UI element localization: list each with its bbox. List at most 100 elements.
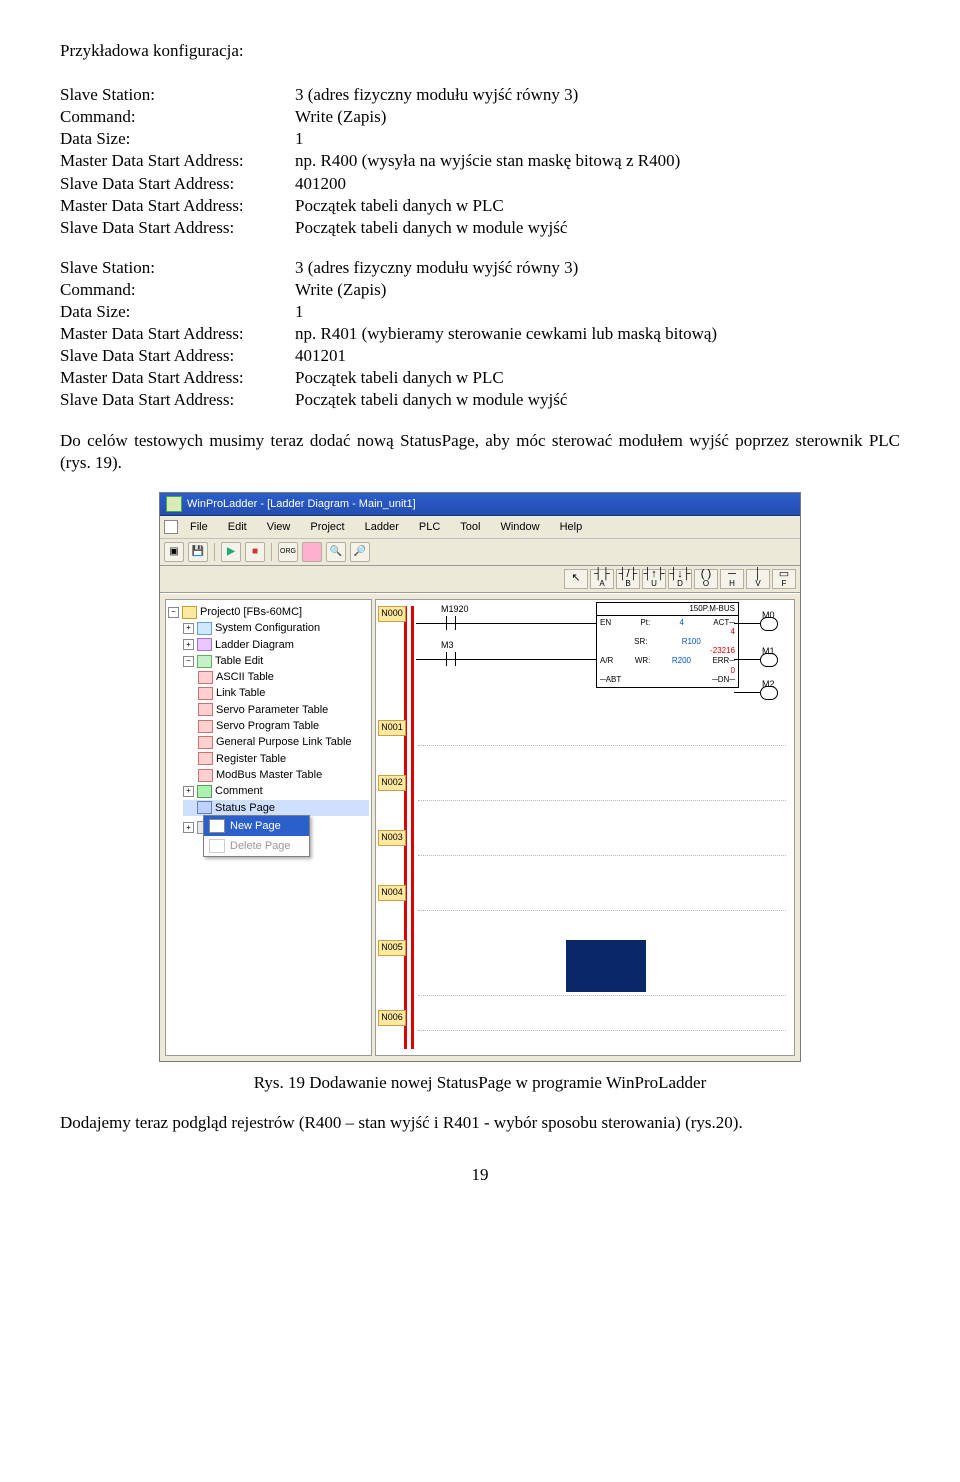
- paragraph-1: Do celów testowych musimy teraz dodać no…: [60, 430, 900, 474]
- contact-pulse-icon[interactable]: ┤↑├U: [642, 569, 666, 589]
- rung-divider: [418, 745, 786, 746]
- toolbar-separator: [271, 543, 272, 561]
- ladder-icon: [197, 638, 212, 651]
- net-label: N003: [378, 830, 406, 846]
- fb-dn: ─DN─: [712, 675, 735, 685]
- menu-help[interactable]: Help: [552, 518, 591, 536]
- status-page-icon: [197, 801, 212, 814]
- rung-divider: [418, 995, 786, 996]
- expand-icon[interactable]: +: [183, 822, 194, 833]
- vline-icon[interactable]: │V: [746, 569, 770, 589]
- contact-nc-icon[interactable]: ┤/├B: [616, 569, 640, 589]
- ctx-delete-page: Delete Page: [204, 836, 309, 856]
- figure-19: WinProLadder - [Ladder Diagram - Main_un…: [60, 492, 900, 1062]
- coil-icon[interactable]: ( )O: [694, 569, 718, 589]
- contact-npulse-icon[interactable]: ┤↓├D: [668, 569, 692, 589]
- context-menu: New Page Delete Page: [203, 815, 310, 858]
- menu-view[interactable]: View: [259, 518, 299, 536]
- tree-label: Ladder Diagram: [215, 638, 294, 652]
- doc-icon: [198, 671, 213, 684]
- tree-item[interactable]: ASCII Table: [198, 669, 369, 685]
- tree-label: Servo Program Table: [216, 719, 319, 733]
- stop-icon[interactable]: ■: [245, 542, 265, 562]
- tree-item[interactable]: + Comment: [183, 783, 369, 799]
- toolbar-main: ▣ 💾 ▶ ■ ORG 🔍 🔎: [160, 539, 800, 566]
- cfg-label: Data Size:: [60, 301, 295, 323]
- run-icon[interactable]: ▶: [221, 542, 241, 562]
- fb-sr-key: SR:: [634, 637, 647, 647]
- func-icon[interactable]: ▭F: [772, 569, 796, 589]
- fb-en: EN: [600, 618, 611, 628]
- menu-window[interactable]: Window: [492, 518, 547, 536]
- comment-icon: [197, 785, 212, 798]
- contact-no-icon[interactable]: ┤├A: [590, 569, 614, 589]
- tree-item[interactable]: +System Configuration: [183, 620, 369, 636]
- save-icon[interactable]: 💾: [188, 542, 208, 562]
- project-tree[interactable]: −Project0 [FBs-60MC] +System Configurati…: [165, 599, 372, 1056]
- cfg-value: 1: [295, 128, 900, 150]
- expand-icon[interactable]: +: [183, 639, 194, 650]
- menu-plc[interactable]: PLC: [411, 518, 448, 536]
- tree-label: Link Table: [216, 686, 265, 700]
- hline-icon[interactable]: ─H: [720, 569, 744, 589]
- menu-tool[interactable]: Tool: [452, 518, 488, 536]
- net-label: N000: [378, 606, 406, 622]
- new-page-icon: [209, 819, 225, 833]
- cfg-label: Master Data Start Address:: [60, 150, 295, 172]
- tree-root[interactable]: −Project0 [FBs-60MC]: [168, 604, 369, 620]
- open-icon[interactable]: ▣: [164, 542, 184, 562]
- cursor-tool-icon[interactable]: ↖: [564, 569, 588, 589]
- zoom-in-icon[interactable]: 🔍: [326, 542, 346, 562]
- tree-label: Register Table: [216, 752, 286, 766]
- tree-label: General Purpose Link Table: [216, 735, 352, 749]
- fb-sr: R100: [682, 637, 701, 647]
- selection-block: [566, 940, 646, 992]
- config-block-1: Slave Station:3 (adres fizyczny modułu w…: [60, 84, 900, 239]
- collapse-icon[interactable]: −: [168, 607, 179, 618]
- tree-label: Status Page: [215, 801, 275, 815]
- ctx-new-page[interactable]: New Page: [204, 816, 309, 836]
- fb-zero: 0: [600, 666, 735, 676]
- ladder-editor[interactable]: N000 N001 N002 N003 N004 N005 N006 M1920: [375, 599, 795, 1056]
- expand-icon[interactable]: +: [183, 786, 194, 797]
- cfg-label: Command:: [60, 279, 295, 301]
- tree-item[interactable]: ModBus Master Table: [198, 767, 369, 783]
- tree-item[interactable]: Servo Program Table: [198, 718, 369, 734]
- doc-icon: [198, 720, 213, 733]
- expand-icon[interactable]: +: [183, 623, 194, 634]
- config-block-2: Slave Station:3 (adres fizyczny modułu w…: [60, 257, 900, 412]
- tree-item[interactable]: Link Table: [198, 685, 369, 701]
- fb-ar: A/R: [600, 656, 613, 666]
- tree-label: Servo Parameter Table: [216, 703, 328, 717]
- table-icon: [197, 655, 212, 668]
- coil-icon: [760, 653, 778, 667]
- tree-label: Comment: [215, 784, 263, 798]
- cfg-value: 401201: [295, 345, 900, 367]
- highlight-icon[interactable]: [302, 542, 322, 562]
- tree-status-page[interactable]: Status Page: [183, 800, 369, 816]
- menu-edit[interactable]: Edit: [220, 518, 255, 536]
- tree-item[interactable]: −Table Edit: [183, 653, 369, 669]
- zoom-out-icon[interactable]: 🔎: [350, 542, 370, 562]
- workspace: −Project0 [FBs-60MC] +System Configurati…: [160, 593, 800, 1061]
- menu-ladder[interactable]: Ladder: [357, 518, 407, 536]
- cfg-value: 3 (adres fizyczny modułu wyjść równy 3): [295, 257, 900, 279]
- tree-item[interactable]: + Ladder Diagram: [183, 637, 369, 653]
- tree-item[interactable]: Servo Parameter Table: [198, 702, 369, 718]
- doc-icon: [198, 687, 213, 700]
- doc-icon: [198, 703, 213, 716]
- tree-item[interactable]: General Purpose Link Table: [198, 734, 369, 750]
- org-icon[interactable]: ORG: [278, 542, 298, 562]
- app-icon: [166, 496, 182, 512]
- tree-item[interactable]: Register Table: [198, 751, 369, 767]
- doc-icon: [198, 736, 213, 749]
- menu-file[interactable]: File: [182, 518, 216, 536]
- fb-pt-key: Pt:: [640, 618, 650, 628]
- net-label: N002: [378, 775, 406, 791]
- toolbar-ladder: ↖ ┤├A ┤/├B ┤↑├U ┤↓├D ( )O ─H │V ▭F: [160, 566, 800, 593]
- contact-label: M1920: [441, 604, 469, 616]
- page-number: 19: [60, 1164, 900, 1186]
- collapse-icon[interactable]: −: [183, 656, 194, 667]
- menu-project[interactable]: Project: [302, 518, 352, 536]
- ctx-label: New Page: [230, 819, 281, 833]
